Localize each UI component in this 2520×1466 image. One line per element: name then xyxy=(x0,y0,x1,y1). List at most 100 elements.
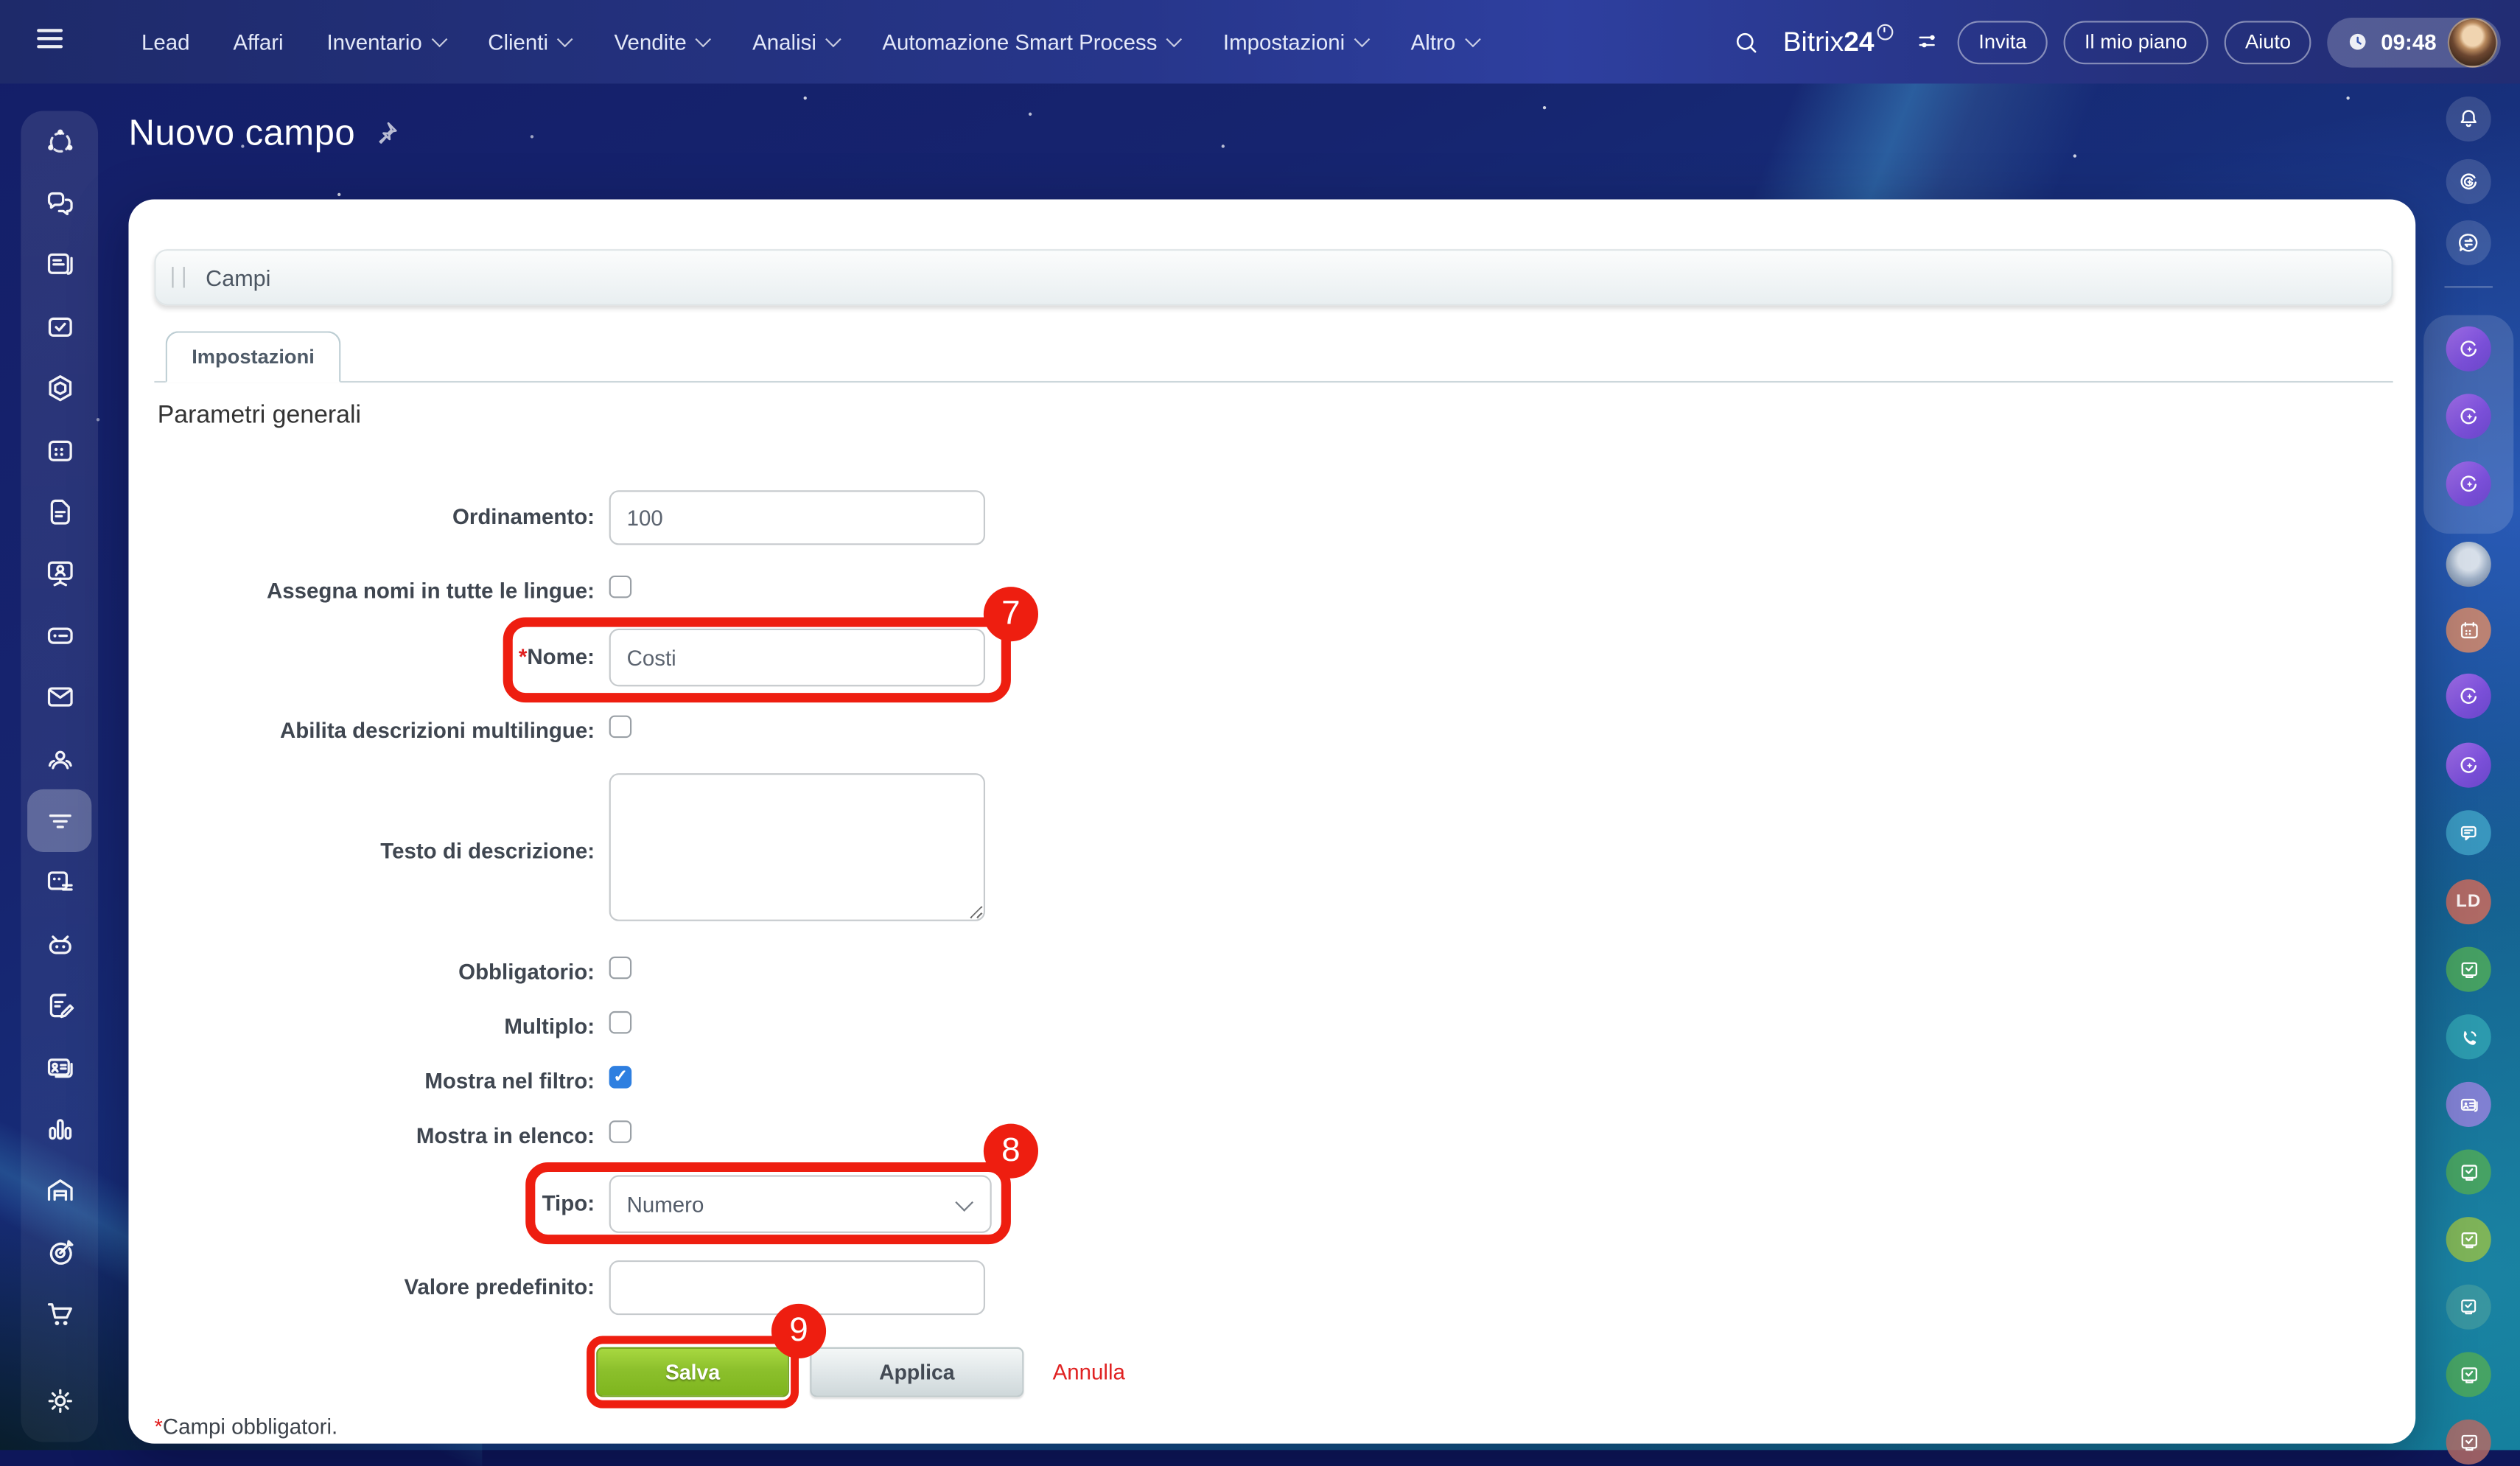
campi-section-bar[interactable]: Campi xyxy=(154,249,2393,305)
nav-impostazioni[interactable]: Impostazioni xyxy=(1223,29,1368,54)
bell-icon[interactable] xyxy=(2446,97,2491,142)
analytics-chart-icon[interactable] xyxy=(21,1098,98,1160)
page-title: Nuovo campo xyxy=(128,113,355,155)
calendar-icon[interactable] xyxy=(2446,607,2491,652)
document-icon[interactable] xyxy=(21,481,98,543)
row-valore-predefinito: Valore predefinito: xyxy=(154,1260,985,1315)
cat-avatar[interactable] xyxy=(2446,542,2491,587)
contact-card-icon[interactable] xyxy=(21,1037,98,1099)
sliders-icon[interactable] xyxy=(1916,29,1942,55)
obbligatorio-label: Obbligatorio: xyxy=(154,959,595,983)
abilita-descrizioni-checkbox[interactable] xyxy=(609,716,632,739)
row-abilita-descrizioni: Abilita descrizioni multilingue: xyxy=(154,713,631,746)
campi-section-label: Campi xyxy=(206,265,270,290)
row-assegna-nomi: Assegna nomi in tutte le lingue: xyxy=(154,574,631,607)
sign-document-icon[interactable] xyxy=(21,975,98,1037)
mail-icon[interactable] xyxy=(21,666,98,728)
tipo-select-wrap: Numero xyxy=(609,1175,992,1233)
required-fields-note: *Campi obbligatori. xyxy=(154,1414,337,1439)
network-icon[interactable] xyxy=(21,111,98,172)
nav-inventario[interactable]: Inventario xyxy=(326,29,444,54)
copilot-icon[interactable] xyxy=(2446,743,2491,788)
nav-analisi[interactable]: Analisi xyxy=(752,29,839,54)
apply-button[interactable]: Applica xyxy=(810,1347,1023,1397)
search-icon[interactable] xyxy=(1733,28,1760,55)
tab-impostazioni[interactable]: Impostazioni xyxy=(166,331,341,383)
tasks-icon[interactable] xyxy=(21,296,98,358)
nav-affari[interactable]: Affari xyxy=(233,29,283,54)
assegna-nomi-checkbox[interactable] xyxy=(609,576,632,598)
ordinamento-label: Ordinamento: xyxy=(154,490,595,545)
testo-descrizione-textarea[interactable] xyxy=(609,773,985,921)
nav-lead[interactable]: Lead xyxy=(141,29,190,54)
drive-icon[interactable] xyxy=(21,604,98,666)
abilita-descrizioni-label: Abilita descrizioni multilingue: xyxy=(154,718,595,742)
nav-automazione-smart-process[interactable]: Automazione Smart Process xyxy=(882,29,1180,54)
contact-icon[interactable] xyxy=(2446,1082,2491,1127)
hamburger-menu-button[interactable] xyxy=(37,29,63,52)
mostra-elenco-checkbox[interactable] xyxy=(609,1120,632,1143)
copilot-icon[interactable] xyxy=(2446,394,2491,439)
nav-vendite[interactable]: Vendite xyxy=(614,29,709,54)
messenger-icon[interactable] xyxy=(2446,220,2491,265)
copilot-icon[interactable] xyxy=(2446,674,2491,719)
main-nav: Lead Affari Inventario Clienti Vendite A… xyxy=(141,0,1478,83)
task-icon[interactable] xyxy=(2446,1352,2491,1397)
webinar-icon[interactable] xyxy=(21,543,98,605)
marketing-target-icon[interactable] xyxy=(21,1222,98,1284)
bitrix24-logo[interactable]: Bitrix24 xyxy=(1783,24,1894,59)
nav-altro[interactable]: Altro xyxy=(1411,29,1478,54)
tipo-select[interactable]: Numero xyxy=(609,1175,992,1233)
annotation-step-7: 7 xyxy=(984,587,1038,641)
newsfeed-icon[interactable] xyxy=(21,234,98,296)
calendar-icon[interactable] xyxy=(21,419,98,481)
multiplo-checkbox[interactable] xyxy=(609,1011,632,1034)
copilot-icon[interactable] xyxy=(2446,327,2491,371)
task-icon[interactable] xyxy=(2446,1150,2491,1195)
multiplo-label: Multiplo: xyxy=(154,1013,595,1038)
row-obbligatorio: Obbligatorio: xyxy=(154,955,631,988)
chat-icon[interactable] xyxy=(2446,810,2491,855)
copilot-icon[interactable] xyxy=(2446,461,2491,506)
shop-cart-icon[interactable] xyxy=(21,1283,98,1345)
warehouse-icon[interactable] xyxy=(21,1160,98,1222)
phone-icon[interactable] xyxy=(2446,1014,2491,1059)
nav-clienti[interactable]: Clienti xyxy=(488,29,570,54)
task-icon[interactable] xyxy=(2446,1217,2491,1262)
chevron-down-icon xyxy=(1354,31,1370,47)
employees-icon[interactable] xyxy=(21,728,98,790)
save-button[interactable]: Salva xyxy=(596,1347,789,1397)
booking-icon[interactable] xyxy=(21,851,98,913)
pin-icon[interactable] xyxy=(371,119,400,147)
copilot-hexagon-icon[interactable] xyxy=(21,357,98,419)
chat-icon[interactable] xyxy=(21,172,98,234)
settings-gear-icon[interactable] xyxy=(21,1384,98,1417)
invite-button[interactable]: Invita xyxy=(1958,20,2048,63)
task-icon[interactable] xyxy=(2446,1420,2491,1465)
cancel-link[interactable]: Annulla xyxy=(1053,1347,1125,1397)
row-mostra-filtro: Mostra nel filtro: xyxy=(154,1064,631,1097)
user-avatar[interactable] xyxy=(2448,17,2498,67)
mostra-filtro-checkbox[interactable] xyxy=(609,1066,632,1089)
copilot-icon[interactable] xyxy=(2446,159,2491,204)
task-icon[interactable] xyxy=(2446,1285,2491,1330)
row-multiplo: Multiplo: xyxy=(154,1010,631,1042)
drag-grip-icon xyxy=(172,267,184,287)
help-button[interactable]: Aiuto xyxy=(2225,20,2312,63)
obbligatorio-checkbox[interactable] xyxy=(609,957,632,980)
my-plan-button[interactable]: Il mio piano xyxy=(2064,20,2208,63)
crm-funnel-icon[interactable] xyxy=(21,790,98,852)
app-root: Lead Affari Inventario Clienti Vendite A… xyxy=(0,0,2520,1450)
initials-badge[interactable]: LD xyxy=(2446,879,2491,924)
automation-robot-icon[interactable] xyxy=(21,913,98,975)
mostra-elenco-label: Mostra in elenco: xyxy=(154,1123,595,1148)
nome-input[interactable] xyxy=(609,629,985,687)
task-icon[interactable] xyxy=(2446,947,2491,992)
chevron-down-icon xyxy=(825,31,841,47)
valore-predefinito-input[interactable] xyxy=(609,1260,985,1315)
worktime-widget[interactable]: 09:48 xyxy=(2328,17,2501,67)
ordinamento-input[interactable] xyxy=(609,490,985,545)
nome-label: *Nome: xyxy=(154,629,595,687)
row-tipo: Tipo: Numero xyxy=(154,1175,991,1233)
tipo-label: Tipo: xyxy=(154,1175,595,1233)
